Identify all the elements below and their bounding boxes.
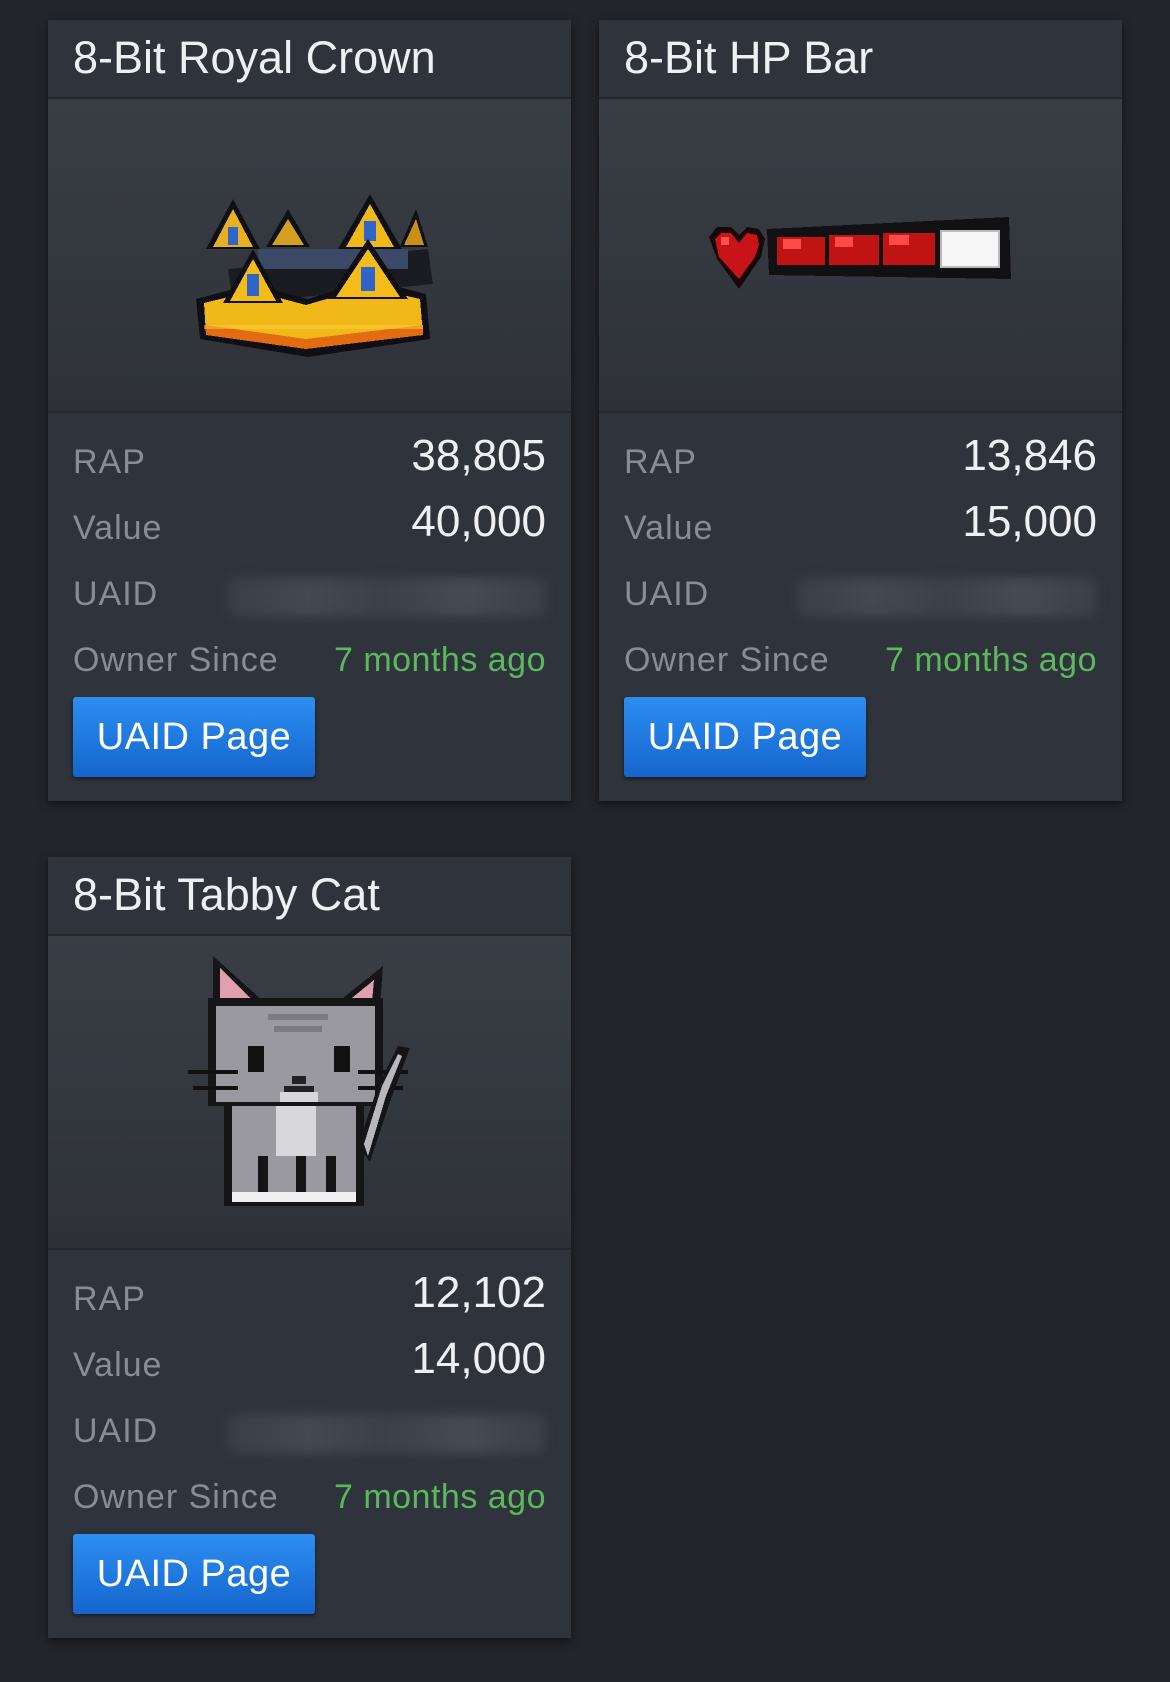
rap-row: RAP 12,102 — [73, 1260, 546, 1326]
value-row: Value 15,000 — [624, 489, 1097, 555]
item-stats: RAP 12,102 Value 14,000 UAID Owner Since… — [48, 1250, 571, 1638]
item-card-tabby-cat: 8-Bit Tabby Cat RAP 12,102 Value 14,000 … — [48, 857, 571, 1638]
rap-label: RAP — [73, 1280, 146, 1318]
uaid-redacted-value — [797, 577, 1097, 617]
rap-value: 13,846 — [962, 431, 1097, 480]
item-thumbnail[interactable] — [599, 99, 1122, 413]
uaid-redacted-value — [228, 1414, 546, 1454]
owner-since-label: Owner Since — [624, 641, 830, 679]
rap-row: RAP 38,805 — [73, 423, 546, 489]
item-title[interactable]: 8-Bit HP Bar — [599, 20, 1122, 99]
value-label: Value — [73, 509, 163, 547]
pixel-crown-icon — [196, 194, 433, 357]
owner-since-label: Owner Since — [73, 1478, 279, 1516]
item-thumbnail[interactable] — [48, 99, 571, 413]
uaid-label: UAID — [73, 1412, 159, 1450]
value-label: Value — [624, 509, 714, 547]
uaid-label: UAID — [73, 575, 159, 613]
rap-value: 38,805 — [411, 431, 546, 480]
item-thumbnail[interactable] — [48, 936, 571, 1250]
value-value: 15,000 — [962, 497, 1097, 546]
value-label: Value — [73, 1346, 163, 1384]
uaid-page-button[interactable]: UAID Page — [624, 697, 866, 777]
rap-value: 12,102 — [411, 1268, 546, 1317]
item-card-royal-crown: 8-Bit Royal Crown RAP 38,805 Value 40,00… — [48, 20, 571, 801]
value-value: 14,000 — [411, 1334, 546, 1383]
value-row: Value 14,000 — [73, 1326, 546, 1392]
owner-since-value: 7 months ago — [884, 641, 1097, 679]
pixel-cat-icon — [188, 956, 410, 1206]
value-row: Value 40,000 — [73, 489, 546, 555]
uaid-row: UAID — [73, 555, 546, 621]
rap-row: RAP 13,846 — [624, 423, 1097, 489]
uaid-page-button[interactable]: UAID Page — [73, 1534, 315, 1614]
rap-label: RAP — [624, 443, 697, 481]
uaid-redacted-value — [228, 577, 546, 617]
uaid-label: UAID — [624, 575, 710, 613]
value-value: 40,000 — [411, 497, 546, 546]
item-title[interactable]: 8-Bit Royal Crown — [48, 20, 571, 99]
pixel-hp-bar-icon — [709, 217, 1011, 289]
owner-since-value: 7 months ago — [333, 1478, 546, 1516]
owner-since-label: Owner Since — [73, 641, 279, 679]
item-stats: RAP 13,846 Value 15,000 UAID Owner Since… — [599, 413, 1122, 801]
uaid-row: UAID — [624, 555, 1097, 621]
item-stats: RAP 38,805 Value 40,000 UAID Owner Since… — [48, 413, 571, 801]
item-card-hp-bar: 8-Bit HP Bar RAP 13,846 Value 15,000 UAI… — [599, 20, 1122, 801]
rap-label: RAP — [73, 443, 146, 481]
uaid-row: UAID — [73, 1392, 546, 1458]
owner-since-row: Owner Since 7 months ago — [73, 621, 546, 687]
item-title[interactable]: 8-Bit Tabby Cat — [48, 857, 571, 936]
owner-since-row: Owner Since 7 months ago — [73, 1458, 546, 1524]
owner-since-row: Owner Since 7 months ago — [624, 621, 1097, 687]
owner-since-value: 7 months ago — [333, 641, 546, 679]
uaid-page-button[interactable]: UAID Page — [73, 697, 315, 777]
